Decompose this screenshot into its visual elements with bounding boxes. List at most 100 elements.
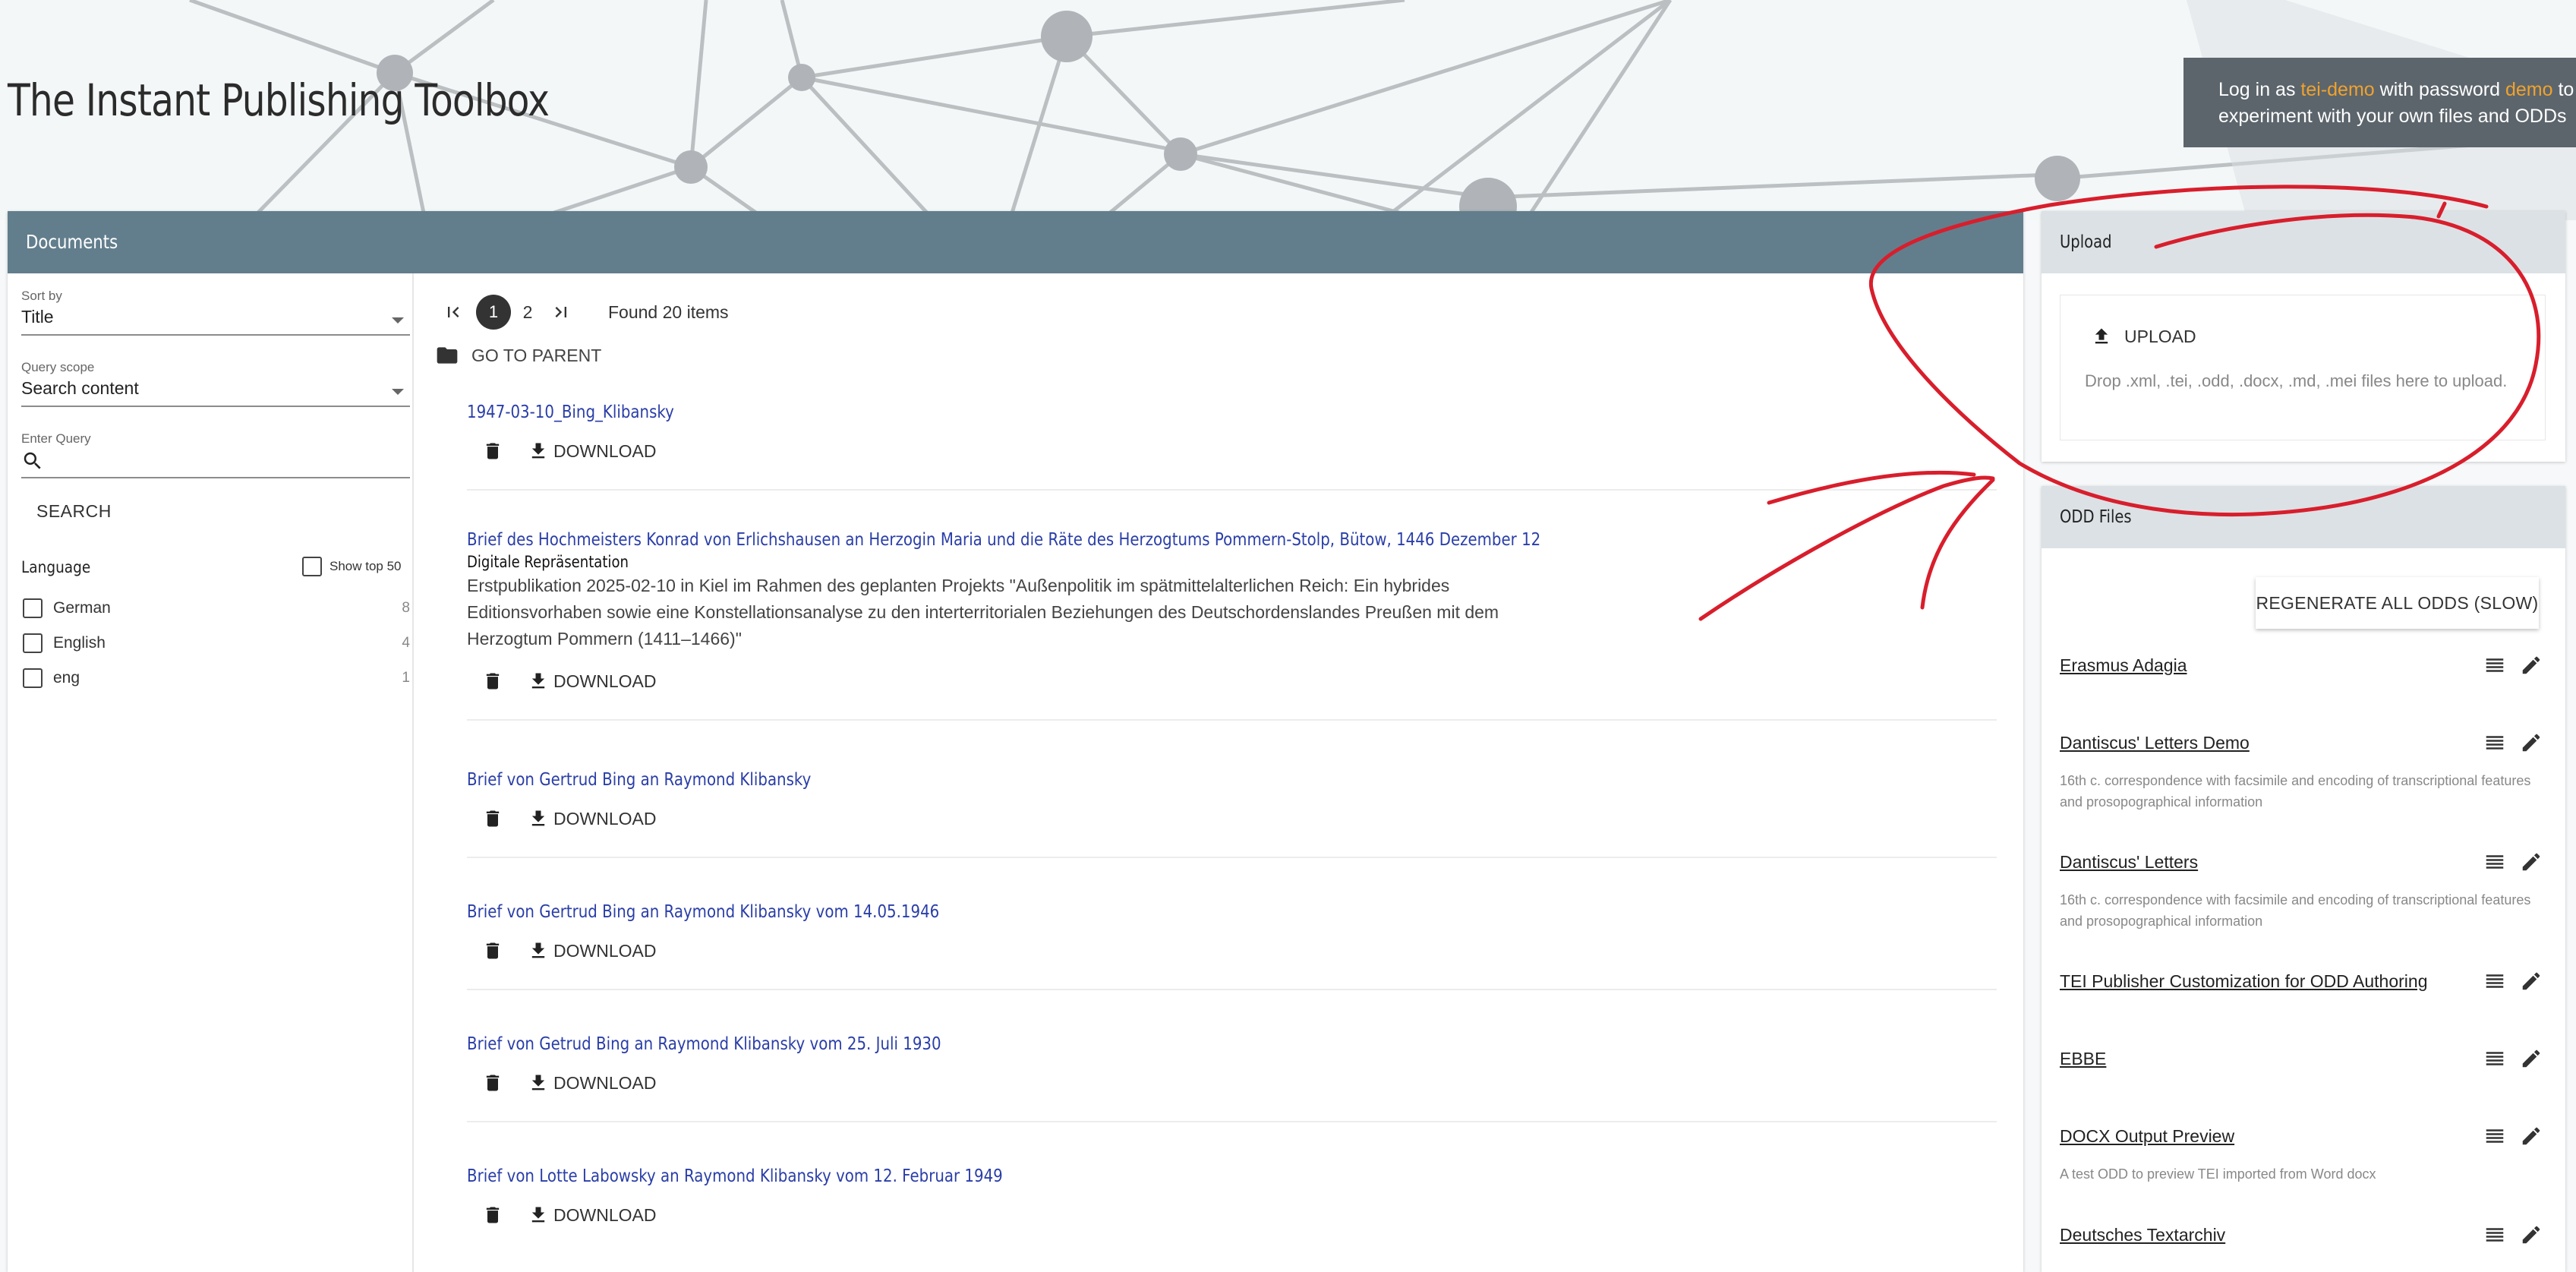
list-icon[interactable]	[2483, 1047, 2506, 1070]
download-icon	[531, 673, 545, 689]
language-facet-title: Language	[21, 558, 91, 576]
odd-link[interactable]: TEI Publisher Customization for ODD Auth…	[2060, 971, 2427, 992]
list-item: Brief von Lotte Labowsky an Raymond Klib…	[467, 1166, 1997, 1253]
filter-sidebar: Sort by Title Query scope Search content…	[8, 273, 414, 1272]
upload-dropzone[interactable]: UPLOAD Drop .xml, .tei, .odd, .docx, .md…	[2060, 295, 2546, 440]
upload-hint: Drop .xml, .tei, .odd, .docx, .md, .mei …	[2085, 371, 2508, 390]
sort-by-value[interactable]: Title	[21, 307, 54, 327]
edit-icon[interactable]	[2520, 731, 2543, 754]
document-link[interactable]: 1947-03-10_Bing_Klibansky	[467, 402, 674, 422]
delete-button[interactable]	[479, 1201, 506, 1229]
document-link[interactable]: Brief von Getrud Bing an Raymond Klibans…	[467, 1034, 941, 1054]
page-1-button[interactable]: 1	[476, 295, 511, 330]
odd-item: Deutsches Textarchiv	[2060, 1220, 2546, 1250]
delete-button[interactable]	[479, 1069, 506, 1097]
edit-icon[interactable]	[2520, 970, 2543, 993]
query-scope-select[interactable]: Query scope Search content	[21, 360, 410, 407]
upload-header-title: Upload	[2060, 232, 2112, 252]
facet-item-english[interactable]: English 4	[23, 633, 410, 653]
checkbox-icon[interactable]	[23, 598, 43, 618]
edit-icon[interactable]	[2520, 1047, 2543, 1070]
facet-count: 8	[402, 600, 410, 616]
edit-icon[interactable]	[2520, 654, 2543, 677]
regenerate-all-odds-button[interactable]: REGENERATE ALL ODDS (SLOW)	[2256, 577, 2539, 629]
list-item: Brief von Gertrud Bing an Raymond Kliban…	[467, 770, 1997, 858]
last-page-button[interactable]	[544, 295, 578, 329]
first-page-icon[interactable]	[443, 301, 464, 323]
odd-link[interactable]: Erasmus Adagia	[2060, 655, 2187, 676]
query-field[interactable]: Enter Query	[21, 431, 410, 478]
upload-icon	[2095, 328, 2108, 344]
app-title: The Instant Publishing Toolbox	[8, 74, 550, 126]
folder-icon	[437, 347, 458, 364]
download-label: DOWNLOAD	[553, 1204, 657, 1225]
edit-icon[interactable]	[2520, 1125, 2543, 1147]
document-link[interactable]: Brief des Hochmeisters Konrad von Erlich…	[467, 530, 1540, 550]
checkbox-icon[interactable]	[302, 557, 322, 576]
list-item: Brief von Getrud Bing an Raymond Klibans…	[467, 1034, 1997, 1122]
odd-item: Erasmus Adagia	[2060, 650, 2546, 680]
document-link[interactable]: Brief von Lotte Labowsky an Raymond Klib…	[467, 1166, 1003, 1186]
odd-item: DOCX Output Preview A test ODD to previe…	[2060, 1121, 2546, 1185]
facet-label: eng	[53, 669, 80, 687]
dropdown-arrow-icon[interactable]	[392, 389, 404, 395]
show-top-toggle[interactable]: Show top 50	[302, 557, 402, 576]
query-scope-value[interactable]: Search content	[21, 378, 139, 398]
download-label: DOWNLOAD	[553, 440, 657, 461]
login-hint-prefix: Log in as	[2218, 79, 2301, 100]
document-link[interactable]: Brief von Gertrud Bing an Raymond Kliban…	[467, 902, 939, 922]
download-button[interactable]: DOWNLOAD	[528, 1204, 656, 1226]
last-page-icon[interactable]	[550, 301, 572, 323]
list-icon[interactable]	[2483, 654, 2506, 677]
checkbox-icon[interactable]	[23, 668, 43, 688]
delete-icon[interactable]	[482, 1072, 503, 1094]
list-icon[interactable]	[2483, 731, 2506, 754]
sort-by-select[interactable]: Sort by Title	[21, 289, 410, 336]
search-icon	[24, 452, 41, 469]
delete-button[interactable]	[479, 805, 506, 832]
list-icon[interactable]	[2483, 1125, 2506, 1147]
edit-icon[interactable]	[2520, 1223, 2543, 1246]
page-2-button[interactable]: 2	[511, 295, 544, 329]
upload-header: Upload	[2042, 211, 2565, 273]
delete-button[interactable]	[479, 437, 506, 465]
delete-icon[interactable]	[482, 671, 503, 692]
odd-item: TEI Publisher Customization for ODD Auth…	[2060, 966, 2546, 996]
download-button[interactable]: DOWNLOAD	[528, 671, 656, 692]
search-button[interactable]: SEARCH	[36, 501, 112, 522]
checkbox-icon[interactable]	[23, 633, 43, 653]
delete-button[interactable]	[479, 668, 506, 695]
odd-item: EBBE	[2060, 1043, 2546, 1074]
delete-icon[interactable]	[482, 808, 503, 829]
first-page-button[interactable]	[437, 295, 470, 329]
list-icon[interactable]	[2483, 1223, 2506, 1246]
delete-icon[interactable]	[482, 940, 503, 961]
documents-header: Documents	[8, 211, 2023, 273]
download-button[interactable]: DOWNLOAD	[528, 1072, 656, 1094]
odd-link[interactable]: EBBE	[2060, 1049, 2106, 1069]
sort-by-label: Sort by	[21, 289, 62, 303]
edit-icon[interactable]	[2520, 851, 2543, 873]
delete-button[interactable]	[479, 937, 506, 964]
facet-count: 1	[402, 670, 410, 686]
odd-link[interactable]: Dantiscus' Letters	[2060, 852, 2198, 873]
download-button[interactable]: DOWNLOAD	[528, 440, 656, 462]
go-to-parent-button[interactable]: GO TO PARENT	[435, 343, 601, 368]
dropdown-arrow-icon[interactable]	[392, 317, 404, 324]
download-button[interactable]: DOWNLOAD	[528, 808, 656, 829]
document-link[interactable]: Brief von Gertrud Bing an Raymond Kliban…	[467, 770, 811, 790]
download-button[interactable]: DOWNLOAD	[528, 940, 656, 961]
odd-link[interactable]: Deutsches Textarchiv	[2060, 1225, 2225, 1245]
list-icon[interactable]	[2483, 851, 2506, 873]
odd-files-header: ODD Files	[2042, 486, 2565, 548]
odd-link[interactable]: Dantiscus' Letters Demo	[2060, 733, 2250, 753]
odd-link[interactable]: DOCX Output Preview	[2060, 1126, 2234, 1147]
upload-button[interactable]: UPLOAD	[2091, 326, 2196, 347]
documents-header-title: Documents	[26, 231, 118, 253]
facet-item-german[interactable]: German 8	[23, 598, 410, 618]
facet-item-eng[interactable]: eng 1	[23, 668, 410, 688]
list-icon[interactable]	[2483, 970, 2506, 993]
delete-icon[interactable]	[482, 440, 503, 462]
download-label: DOWNLOAD	[553, 671, 657, 691]
delete-icon[interactable]	[482, 1204, 503, 1226]
